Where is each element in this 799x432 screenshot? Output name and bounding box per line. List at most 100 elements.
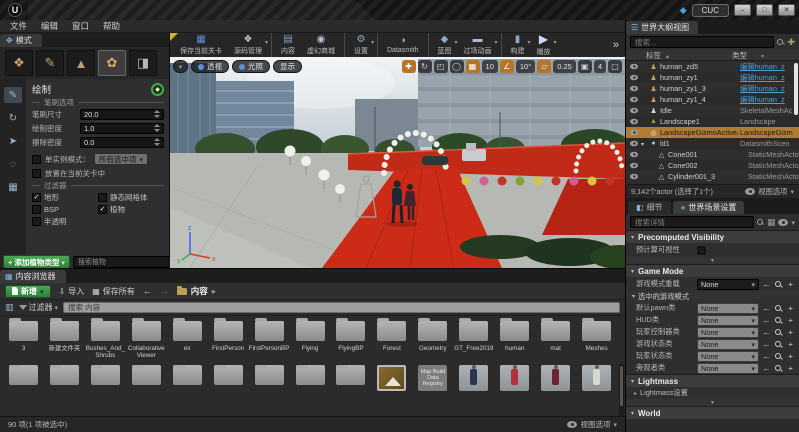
content-item[interactable] xyxy=(85,363,126,391)
use-selected-icon[interactable] xyxy=(762,280,771,289)
chevron-right-icon[interactable] xyxy=(212,286,216,297)
scale-tool-button[interactable]: ◰ xyxy=(434,60,448,73)
tab-modes[interactable]: 模式 xyxy=(0,34,42,47)
toolbar-button[interactable]: 内容 xyxy=(271,33,301,57)
outliner-search-input[interactable] xyxy=(630,36,774,48)
chevron-down-icon[interactable] xyxy=(495,39,498,46)
content-item[interactable] xyxy=(167,363,208,391)
use-selected-icon[interactable] xyxy=(762,352,771,361)
content-item[interactable] xyxy=(249,363,290,391)
foliage-tool-icon[interactable] xyxy=(4,87,22,103)
outliner-row[interactable]: human_zd5 编辑human_z xyxy=(626,61,799,72)
foliage-tool-icon[interactable] xyxy=(4,179,22,195)
toolbar-button[interactable]: 源码管理 xyxy=(228,33,268,57)
content-scrollbar[interactable] xyxy=(619,364,624,416)
spinner-icon[interactable] xyxy=(154,110,160,118)
tab-world-outliner[interactable]: 世界大纲视图 xyxy=(626,21,698,34)
place-in-level-checkbox[interactable] xyxy=(32,169,41,178)
class-dropdown[interactable]: None xyxy=(697,315,759,326)
show-flags-button[interactable]: 显示 xyxy=(273,60,302,73)
gamemode-override-dropdown[interactable]: None xyxy=(697,279,759,290)
add-icon[interactable] xyxy=(786,352,795,361)
use-selected-icon[interactable] xyxy=(762,304,771,313)
chevron-down-icon[interactable] xyxy=(554,39,557,46)
perspective-button[interactable]: 透视 xyxy=(191,60,229,73)
folder-item[interactable]: GT_Free2019 xyxy=(453,319,494,359)
breadcrumb[interactable]: 内容 xyxy=(177,285,216,297)
outliner-row[interactable]: human_zy1_4 编辑human_z xyxy=(626,94,799,105)
brush-setting-input[interactable]: 1.0 xyxy=(80,123,164,134)
folder-item[interactable]: 新建文件夹 xyxy=(44,319,85,359)
class-dropdown[interactable]: None xyxy=(697,363,759,374)
filters-button[interactable]: 过滤器 xyxy=(19,302,59,313)
visibility-eye-icon[interactable] xyxy=(630,119,638,125)
content-item[interactable] xyxy=(535,363,576,391)
add-icon[interactable] xyxy=(786,280,795,289)
spinner-icon[interactable] xyxy=(154,124,160,132)
chevron-down-icon[interactable] xyxy=(791,217,795,227)
outliner-row[interactable]: Idle SkeletalMeshAc xyxy=(626,105,799,116)
use-selected-icon[interactable] xyxy=(762,316,771,325)
forward-arrow-icon[interactable] xyxy=(160,286,169,296)
rotation-snap-value[interactable]: 10° xyxy=(516,60,535,73)
tab-details[interactable]: 细节 xyxy=(628,201,671,214)
expand-more-chip[interactable] xyxy=(626,257,799,264)
folder-item[interactable]: ex xyxy=(167,319,208,359)
toolbar-button[interactable]: Datasmith xyxy=(377,33,425,57)
category-world[interactable]: World xyxy=(626,406,799,419)
content-item[interactable] xyxy=(3,363,44,391)
content-item[interactable] xyxy=(290,363,331,391)
foliage-tool-icon[interactable] xyxy=(4,133,22,149)
grid-snap-value[interactable]: 10 xyxy=(482,60,498,73)
visibility-eye-icon[interactable] xyxy=(630,163,638,169)
camera-speed-button[interactable]: ▣ xyxy=(578,60,592,73)
toolbar-button[interactable]: 保存当前关卡 xyxy=(174,33,228,57)
foliage-search-input[interactable] xyxy=(73,256,184,268)
save-all-button[interactable]: 保存所有 xyxy=(92,286,135,297)
class-dropdown[interactable]: None xyxy=(697,327,759,338)
use-selected-icon[interactable] xyxy=(762,364,771,373)
expand-more-chip[interactable] xyxy=(626,399,799,406)
browse-icon[interactable] xyxy=(774,364,783,373)
tab-world-settings[interactable]: 世界场景设置 xyxy=(673,201,745,214)
outliner-row[interactable]: Cone001 StaticMeshActo xyxy=(626,149,799,160)
foliage-filter[interactable]: 植物 xyxy=(98,204,164,214)
scale-snap-toggle[interactable]: ▱ xyxy=(537,60,551,73)
filter-checkbox[interactable] xyxy=(98,193,107,202)
folder-item[interactable]: Collaborative Viewer xyxy=(126,319,167,359)
folder-item[interactable]: Forest xyxy=(371,319,412,359)
visibility-eye-icon[interactable] xyxy=(630,152,638,158)
toolbar-button[interactable]: 设置 xyxy=(344,33,374,57)
content-item[interactable]: Map Build Data Registry xyxy=(412,363,453,391)
outliner-row[interactable]: human_zy1 编辑human_z xyxy=(626,72,799,83)
foliage-filter[interactable]: BSP xyxy=(32,204,98,214)
toolbar-overflow-button[interactable]: » xyxy=(613,39,619,51)
menu-item[interactable]: 窗口 xyxy=(72,20,89,32)
outliner-row[interactable]: Cylinder001_3 StaticMeshActo xyxy=(626,171,799,182)
browse-icon[interactable] xyxy=(774,340,783,349)
class-dropdown[interactable]: None xyxy=(697,339,759,350)
add-icon[interactable] xyxy=(786,304,795,313)
add-actor-icon[interactable] xyxy=(787,37,795,48)
sources-panel-toggle-icon[interactable] xyxy=(5,302,14,313)
content-item[interactable] xyxy=(453,363,494,391)
add-icon[interactable] xyxy=(786,316,795,325)
single-instance-checkbox[interactable] xyxy=(32,155,41,164)
folder-item[interactable]: FlyingBP xyxy=(331,319,372,359)
add-icon[interactable] xyxy=(786,340,795,349)
filter-checkbox[interactable] xyxy=(98,205,107,214)
spinner-icon[interactable] xyxy=(154,138,160,146)
category-game-mode[interactable]: Game Mode xyxy=(626,264,799,277)
grid-snap-toggle[interactable]: ▦ xyxy=(466,60,480,73)
cuc-badge[interactable]: CUC xyxy=(692,4,729,17)
content-search-input[interactable] xyxy=(63,302,620,313)
use-selected-icon[interactable] xyxy=(762,340,771,349)
mode-tile[interactable] xyxy=(36,50,64,76)
add-icon[interactable] xyxy=(786,364,795,373)
column-header-label[interactable]: 标签 xyxy=(646,50,732,61)
view-options-button[interactable]: 视图选项 xyxy=(567,419,617,430)
folder-item[interactable]: Bushes_And_Shrubs xyxy=(85,319,126,359)
filter-checkbox[interactable] xyxy=(32,217,41,226)
foliage-filter[interactable]: 半透明 xyxy=(32,216,98,226)
outliner-row[interactable]: Cone002 StaticMeshActo xyxy=(626,160,799,171)
